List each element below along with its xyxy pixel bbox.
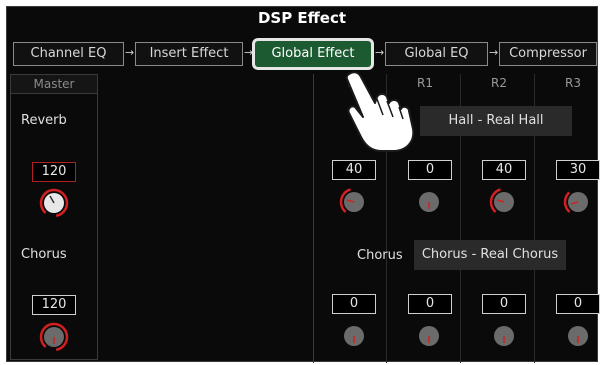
pointing-hand-icon [345,71,415,152]
reverb-type-select[interactable]: Hall - Real Hall [420,106,572,136]
master-panel: Master Reverb 120 Chorus 120 [10,74,98,360]
reverb-label: Reverb [21,113,67,128]
chorus-value-l[interactable]: 0 [332,294,376,314]
right-arrow-icon: → [125,46,135,59]
chorus-value-r3[interactable]: 0 [556,294,600,314]
reverb-value-l[interactable]: 40 [332,160,376,180]
chorus-knob-l[interactable] [337,319,371,353]
right-arrow-icon: → [489,46,499,59]
tab-channel-eq[interactable]: Channel EQ [13,42,124,66]
chorus-value-r2[interactable]: 0 [482,294,526,314]
chorus-value-r1[interactable]: 0 [408,294,452,314]
reverb-value-r1[interactable]: 0 [408,160,452,180]
right-arrow-icon: → [375,46,385,59]
tab-bar: Channel EQ → Insert Effect → Global Effe… [7,36,597,72]
reverb-value-r3[interactable]: 30 [556,160,600,180]
chorus-knob-r1[interactable] [412,319,446,353]
tab-insert-effect[interactable]: Insert Effect [135,42,243,66]
master-reverb-knob[interactable] [37,186,71,220]
chorus-label: Chorus [21,247,67,262]
tab-compressor[interactable]: Compressor [499,42,597,66]
chorus-knob-r2[interactable] [487,319,521,353]
dsp-effect-screen: DSP Effect Channel EQ → Insert Effect → … [6,6,600,363]
page-title: DSP Effect [257,9,347,27]
tab-global-eq[interactable]: Global EQ [385,42,488,66]
column-header-r2: R2 [491,76,507,90]
reverb-knob-r2[interactable] [487,185,521,219]
reverb-value-r2[interactable]: 40 [482,160,526,180]
tab-global-effect[interactable]: Global Effect [252,38,374,70]
master-reverb-value[interactable]: 120 [32,162,76,182]
chorus-knob-r3[interactable] [561,319,595,353]
chorus-row-label: Chorus [357,248,403,263]
column-header-r3: R3 [565,76,581,90]
reverb-knob-r1[interactable] [412,185,446,219]
reverb-knob-l[interactable] [337,185,371,219]
reverb-knob-r3[interactable] [561,185,595,219]
master-chorus-knob[interactable] [37,320,71,354]
master-chorus-value[interactable]: 120 [32,295,76,315]
chorus-type-select[interactable]: Chorus - Real Chorus [414,240,566,270]
master-header: Master [11,75,97,94]
